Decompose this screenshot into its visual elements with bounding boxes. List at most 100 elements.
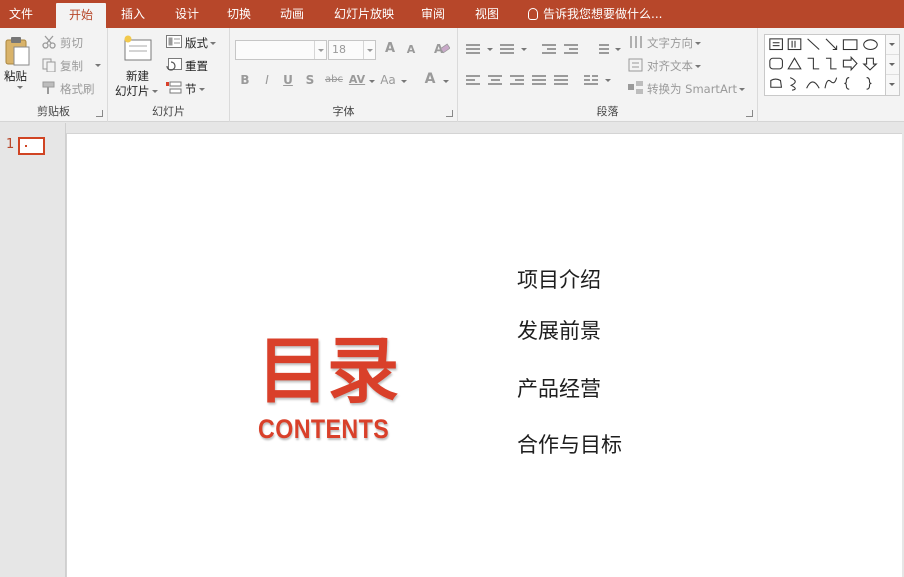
justify-icon[interactable] <box>532 74 546 86</box>
section-button[interactable]: 节 <box>185 81 205 97</box>
paste-icon[interactable] <box>5 36 31 66</box>
numbering-icon[interactable] <box>500 43 514 55</box>
reset-icon <box>166 58 182 71</box>
increase-indent-icon[interactable] <box>564 43 578 55</box>
tab-transitions[interactable]: 切换 <box>218 0 260 28</box>
paragraph-launcher-icon[interactable] <box>746 110 753 117</box>
grow-font-button[interactable]: A <box>382 41 398 56</box>
tab-view[interactable]: 视图 <box>466 0 508 28</box>
scissors-icon <box>42 35 56 49</box>
convert-smartart-button[interactable]: 转换为 SmartArt <box>647 81 746 97</box>
numbering-dropdown-icon[interactable] <box>521 48 527 51</box>
thumbnail-dot <box>25 145 27 147</box>
layout-button[interactable]: 版式 <box>185 35 216 51</box>
font-color-dropdown-icon[interactable] <box>443 80 449 83</box>
align-center-icon[interactable] <box>488 74 502 86</box>
paste-dropdown-icon[interactable] <box>17 86 23 89</box>
convert-smartart-dropdown-icon[interactable] <box>739 88 746 91</box>
paste-button[interactable]: 粘贴 <box>4 68 27 84</box>
character-spacing-dropdown-icon[interactable] <box>369 80 375 83</box>
columns-dropdown-icon[interactable] <box>605 79 611 82</box>
font-color-button[interactable]: A <box>422 71 438 87</box>
slide-thumbnail[interactable] <box>18 137 45 155</box>
ribbon: 粘贴 剪切 复制 格式刷 剪贴板 新建 幻灯片 版式 重置 节 幻灯片 18 A… <box>0 28 904 122</box>
gallery-more-icon[interactable] <box>886 75 899 95</box>
new-slide-icon[interactable] <box>122 34 154 64</box>
underline-button[interactable]: U <box>280 73 296 87</box>
cut-button[interactable]: 剪切 <box>60 35 83 51</box>
paragraph-group-label: 段落 <box>596 105 619 118</box>
character-spacing-button[interactable]: AV <box>347 73 367 86</box>
align-left-icon[interactable] <box>466 74 480 86</box>
right-arrow-shape-icon <box>842 55 858 72</box>
font-name-combo[interactable] <box>235 40 327 60</box>
columns-icon[interactable] <box>584 74 598 86</box>
italic-button[interactable]: I <box>259 73 275 87</box>
new-slide-dropdown-icon[interactable] <box>151 90 158 93</box>
text-direction-dropdown-icon[interactable] <box>695 42 701 45</box>
elbow-arrow-shape-icon <box>825 57 837 70</box>
right-brace-shape-icon <box>866 77 872 90</box>
line-spacing-dropdown-icon[interactable] <box>615 48 621 51</box>
shrink-font-button[interactable]: A <box>403 43 419 56</box>
slide-title[interactable]: 目录 <box>257 332 399 410</box>
font-group-label: 字体 <box>332 105 355 118</box>
tab-animations[interactable]: 动画 <box>271 0 313 28</box>
tell-me-search[interactable]: 告诉我您想要做什么... <box>528 0 662 28</box>
tab-home[interactable]: 开始 <box>56 3 106 28</box>
line-spacing-icon[interactable] <box>595 43 609 55</box>
shapes-gallery[interactable] <box>764 34 886 96</box>
new-slide-button[interactable]: 幻灯片 <box>115 83 158 99</box>
toc-item-3[interactable]: 产品经营 <box>517 373 601 403</box>
font-size-combo[interactable]: 18 <box>328 40 376 60</box>
section-dropdown-icon[interactable] <box>198 88 205 91</box>
clipboard-group-label: 剪贴板 <box>37 105 70 118</box>
align-text-icon <box>628 58 643 72</box>
tab-design[interactable]: 设计 <box>166 0 208 28</box>
toc-item-4[interactable]: 合作与目标 <box>517 429 622 459</box>
bold-button[interactable]: B <box>237 73 253 87</box>
slide-subtitle[interactable]: CONTENTS <box>258 414 389 444</box>
text-direction-button[interactable]: 文字方向 <box>647 35 701 51</box>
toc-item-2[interactable]: 发展前景 <box>517 315 601 345</box>
align-right-icon[interactable] <box>510 74 524 86</box>
tab-review[interactable]: 审阅 <box>412 0 454 28</box>
font-size-dropdown-icon[interactable] <box>363 41 375 59</box>
clipboard-launcher-icon[interactable] <box>96 110 103 117</box>
rectangle-shape-icon <box>842 39 858 51</box>
align-text-dropdown-icon[interactable] <box>695 65 701 68</box>
tab-file[interactable]: 文件 <box>0 0 42 28</box>
decrease-indent-icon[interactable] <box>542 43 556 55</box>
copy-dropdown-icon[interactable] <box>95 64 101 67</box>
gallery-down-icon[interactable] <box>886 55 899 75</box>
slide[interactable]: 目录 CONTENTS 项目介绍 发展前景 产品经营 合作与目标 <box>66 133 902 577</box>
shapes-gallery-scroll[interactable] <box>886 34 900 96</box>
text-shadow-button[interactable]: S <box>302 73 318 87</box>
layout-icon <box>166 35 182 48</box>
format-painter-button[interactable]: 格式刷 <box>60 81 95 97</box>
strikethrough-button[interactable]: abc <box>323 74 345 85</box>
new-slide-label-1[interactable]: 新建 <box>126 68 149 84</box>
text-direction-label: 文字方向 <box>647 36 693 50</box>
elbow-connector-shape-icon <box>807 57 820 70</box>
ribbon-tab-bar: 文件 开始 插入 设计 切换 动画 幻灯片放映 审阅 视图 告诉我您想要做什么.… <box>0 0 904 28</box>
clear-formatting-icon[interactable]: A <box>434 41 450 56</box>
font-name-dropdown-icon[interactable] <box>314 41 326 59</box>
font-launcher-icon[interactable] <box>446 110 453 117</box>
arc-shape-icon <box>824 77 838 89</box>
change-case-dropdown-icon[interactable] <box>401 80 407 83</box>
toc-item-1[interactable]: 项目介绍 <box>517 264 601 294</box>
bullets-dropdown-icon[interactable] <box>487 48 493 51</box>
clipboard-group: 粘贴 剪切 复制 格式刷 剪贴板 <box>0 28 108 122</box>
layout-label: 版式 <box>185 36 208 50</box>
tab-slideshow[interactable]: 幻灯片放映 <box>326 0 402 28</box>
distributed-icon[interactable] <box>554 74 568 86</box>
gallery-up-icon[interactable] <box>886 35 899 55</box>
tab-insert[interactable]: 插入 <box>112 0 154 28</box>
change-case-button[interactable]: Aa <box>378 73 398 87</box>
bullets-icon[interactable] <box>466 43 480 55</box>
copy-button[interactable]: 复制 <box>60 58 83 74</box>
align-text-button[interactable]: 对齐文本 <box>647 58 701 74</box>
layout-dropdown-icon[interactable] <box>210 42 216 45</box>
reset-button[interactable]: 重置 <box>185 58 208 74</box>
